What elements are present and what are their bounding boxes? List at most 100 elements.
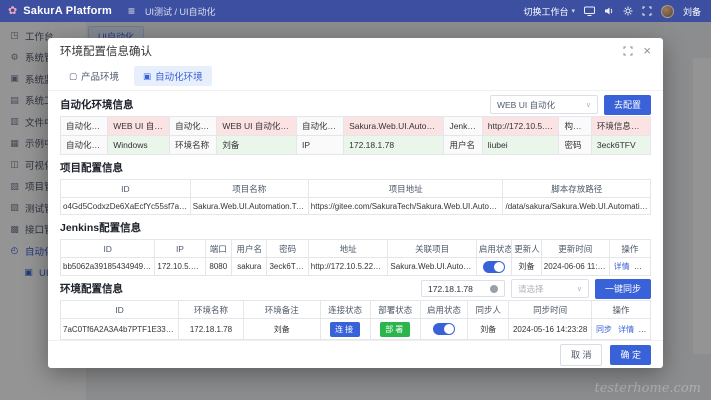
avatar[interactable] xyxy=(661,5,674,18)
col-header: 连接状态 xyxy=(320,301,370,319)
kv-value: WEB UI 自动化的相关配置 xyxy=(217,117,297,136)
breadcrumb: UI测试 / UI自动化 xyxy=(145,5,216,18)
table-row: o4Gd5CodxzDe6XaEcfYc55sf7aSodrG Sakura.W… xyxy=(61,198,651,215)
confirm-button[interactable]: 确 定 xyxy=(610,345,651,365)
env-ip-input[interactable]: 172.18.1.78 xyxy=(421,280,505,297)
tab-label: 产品环境 xyxy=(81,69,119,83)
kv-value: Windows xyxy=(108,136,170,155)
env-confirm-modal: 环境配置信息确认 × ▢ 产品环境 ▣ 自动化环境 xyxy=(48,38,663,368)
table-row: bb5062a39185434949ab102c94f754c 172.10.5… xyxy=(61,258,651,276)
env-select[interactable]: 请选择 ∨ xyxy=(511,279,589,298)
env-enabled-toggle[interactable] xyxy=(433,323,455,335)
env-syncer: 刘备 xyxy=(468,319,509,340)
automation-env-icon: ▣ xyxy=(143,71,151,82)
chevron-down-icon: ∨ xyxy=(577,285,582,293)
kv-value: 刘备 xyxy=(217,136,297,155)
col-header: 地址 xyxy=(308,240,388,258)
col-header: IP xyxy=(155,240,205,258)
col-header: 项目名称 xyxy=(190,180,308,198)
env-detail-link[interactable]: 详情 xyxy=(618,325,634,334)
topbar: ✿ SakurA Platform ≡ UI测试 / UI自动化 切换工作台 ▾ xyxy=(0,0,711,22)
tab-product-env[interactable]: ▢ 产品环境 xyxy=(60,66,128,86)
col-header: 同步人 xyxy=(468,301,509,319)
col-header: ID xyxy=(61,240,155,258)
automation-type-select[interactable]: WEB UI 自动化 ∨ xyxy=(490,95,598,114)
jenkins-port: 8080 xyxy=(205,258,232,276)
env-name: 172.18.1.78 xyxy=(179,319,244,340)
col-header: 端口 xyxy=(205,240,232,258)
col-header: 环境名称 xyxy=(179,301,244,319)
col-header: 用户名 xyxy=(232,240,267,258)
auto-env-table: 自动化名称 WEB UI 自动化 自动化描述 WEB UI 自动化的相关配置 自… xyxy=(60,116,651,155)
table-header-row: ID 环境名称 环境备注 连接状态 部署状态 启用状态 同步人 同步时间 操作 xyxy=(61,301,651,319)
chevron-down-icon: ▾ xyxy=(571,7,575,15)
kv-label: 自动化项目 xyxy=(296,117,343,136)
env-remark-link[interactable]: 刘备 xyxy=(243,319,320,340)
project-table: ID 项目名称 项目地址 脚本存放路径 o4Gd5CodxzDe6XaEcfYc… xyxy=(60,179,651,215)
table-header-row: ID IP 端口 用户名 密码 地址 关联项目 启用状态 更新人 更新时间 操作 xyxy=(61,240,651,258)
watermark: testerhome.com xyxy=(594,381,701,396)
jenkins-more-link[interactable]: 更多 xyxy=(636,262,651,271)
env-synced-at: 2024-05-16 14:23:28 xyxy=(509,319,592,340)
env-connect-link[interactable]: 连接 xyxy=(640,325,650,334)
col-header: 同步时间 xyxy=(509,301,592,319)
info-circle-icon xyxy=(490,285,498,293)
col-header: 操作 xyxy=(609,240,650,258)
jenkins-id: bb5062a39185434949ab102c94f754c xyxy=(61,258,155,276)
brand-title: SakurA Platform xyxy=(23,5,112,17)
col-header: 脚本存放路径 xyxy=(503,180,651,198)
tab-automation-env[interactable]: ▣ 自动化环境 xyxy=(134,66,212,86)
project-url-link[interactable]: https://gitee.com/SakuraTech/Sakura.Web.… xyxy=(308,198,503,215)
deploy-status-badge[interactable]: 部署 xyxy=(380,322,410,337)
chevron-down-icon: ∨ xyxy=(586,101,591,109)
kv-label: IP xyxy=(296,136,343,155)
kv-label: 环境名称 xyxy=(170,136,217,155)
jenkins-project: Sakura.Web.UI.Automation.Test xyxy=(388,258,477,276)
kv-value: 3eck6TFV xyxy=(591,136,650,155)
jenkins-enabled-toggle[interactable] xyxy=(483,261,505,273)
col-header: ID xyxy=(61,301,179,319)
env-sync-link[interactable]: 同步 xyxy=(596,325,612,334)
monitor-icon[interactable] xyxy=(584,6,595,16)
main-area: ◳ 工作台 ⚙ 系统管理 ▣ 系统监控 ▤ 系统工具 ▥ 文件中心 ▦ 示例中心 xyxy=(0,22,711,400)
kv-label: 用户名 xyxy=(444,136,482,155)
kv-label: 自动化描述 xyxy=(170,117,217,136)
workspace-switcher[interactable]: 切换工作台 ▾ xyxy=(523,5,575,18)
kv-label: 自动化环境 xyxy=(61,136,108,155)
product-env-icon: ▢ xyxy=(69,71,77,82)
modal-footer: 取 消 确 定 xyxy=(48,340,663,368)
settings-gear-icon[interactable] xyxy=(623,6,633,16)
volume-icon[interactable] xyxy=(604,6,614,16)
go-configure-button[interactable]: 去配置 xyxy=(604,95,651,115)
kv-label: 构建名 xyxy=(559,117,591,136)
kv-value: liubei xyxy=(482,136,559,155)
menu-collapse-icon[interactable]: ≡ xyxy=(128,4,135,18)
project-id: o4Gd5CodxzDe6XaEcfYc55sf7aSodrG xyxy=(61,198,191,215)
project-name: Sakura.Web.UI.Automation.Test xyxy=(190,198,308,215)
one-click-sync-button[interactable]: 一键同步 xyxy=(595,279,651,299)
jenkins-url-link[interactable]: http://172.10.5.227:8080 xyxy=(308,258,388,276)
modal-body: 自动化环境信息 WEB UI 自动化 ∨ 去配置 xyxy=(48,91,663,340)
sakura-logo-icon: ✿ xyxy=(8,6,17,17)
cancel-button[interactable]: 取 消 xyxy=(560,344,603,366)
col-header: 关联项目 xyxy=(388,240,477,258)
modal-header: 环境配置信息确认 × xyxy=(48,38,663,63)
tab-label: 自动化环境 xyxy=(155,69,203,83)
jenkins-username: sakura xyxy=(232,258,267,276)
username[interactable]: 刘备 xyxy=(683,5,701,18)
jenkins-updated-at: 2024-06-06 11:53:21 xyxy=(541,258,609,276)
fullscreen-icon[interactable] xyxy=(642,6,652,16)
jenkins-updater: 刘备 xyxy=(512,258,542,276)
close-icon[interactable]: × xyxy=(643,44,651,57)
table-header-row: ID 项目名称 项目地址 脚本存放路径 xyxy=(61,180,651,198)
col-header: ID xyxy=(61,180,191,198)
jenkins-password: 3eck6TFV xyxy=(267,258,308,276)
modal-fullscreen-icon[interactable] xyxy=(623,46,633,56)
modal-tabs: ▢ 产品环境 ▣ 自动化环境 xyxy=(48,63,663,91)
col-header: 密码 xyxy=(267,240,308,258)
kv-label: Jenkins xyxy=(444,117,482,136)
jenkins-detail-link[interactable]: 详情 xyxy=(614,262,630,271)
connect-status-badge[interactable]: 连接 xyxy=(330,322,360,337)
workspace-switcher-label: 切换工作台 xyxy=(523,5,568,18)
col-header: 项目地址 xyxy=(308,180,503,198)
